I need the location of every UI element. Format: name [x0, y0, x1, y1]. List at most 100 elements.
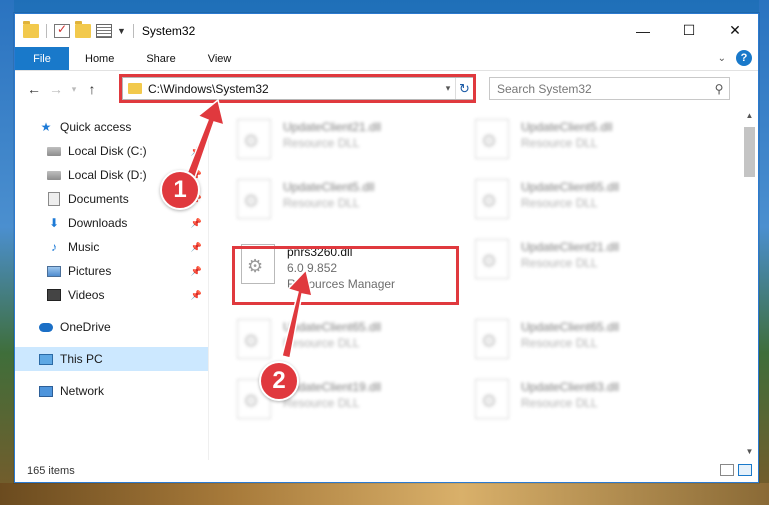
scroll-down-icon[interactable]: ▼: [741, 443, 758, 460]
file-name: UpdateClient21.dll: [283, 120, 382, 134]
main-content: ★ Quick access Local Disk (C:) 📌 Local D…: [15, 107, 758, 460]
sidebar-item-music[interactable]: ♪ Music 📌: [15, 235, 208, 259]
sidebar-item-onedrive[interactable]: OneDrive: [15, 315, 208, 339]
search-box[interactable]: Search System32 ⚲: [489, 77, 730, 100]
file-name: UpdateClient65.dll: [521, 180, 620, 194]
onedrive-icon: [39, 320, 53, 334]
new-folder-icon[interactable]: [75, 20, 91, 38]
list-item[interactable]: UpdateClient21.dll Resource DLL: [231, 115, 453, 171]
list-item[interactable]: UpdateClient63.dll Resource DLL: [469, 375, 691, 431]
window-title: System32: [141, 23, 196, 38]
view-toggle: [720, 464, 752, 476]
sidebar-item-label: OneDrive: [60, 320, 111, 334]
dll-file-icon: [475, 239, 509, 279]
address-bar-highlight-box: [119, 74, 476, 103]
sidebar-item-label: Pictures: [68, 264, 112, 278]
pin-icon[interactable]: 📌: [191, 146, 202, 157]
desktop-background-bottom: [0, 483, 769, 505]
details-view-icon[interactable]: [720, 464, 734, 476]
recent-locations-dropdown-icon[interactable]: ▾: [67, 78, 81, 100]
desktop-background-left: [0, 0, 14, 505]
file-highlight-box: [232, 246, 459, 305]
list-item[interactable]: UpdateClient65.dll Resource DLL: [469, 175, 691, 231]
sidebar-item-quick-access[interactable]: ★ Quick access: [15, 115, 208, 139]
scroll-up-icon[interactable]: ▲: [741, 107, 758, 124]
pin-icon[interactable]: 📌: [191, 266, 202, 277]
toolbar-separator: [46, 23, 47, 38]
close-button[interactable]: ✕: [712, 14, 758, 47]
expand-ribbon-chevron-icon[interactable]: ⌄: [718, 53, 726, 64]
list-item[interactable]: UpdateClient5.dll Resource DLL: [469, 115, 691, 171]
file-name: UpdateClient65.dll: [521, 320, 620, 334]
toolbar-separator: [132, 23, 134, 38]
file-name: UpdateClient63.dll: [521, 380, 620, 394]
forward-arrow-icon[interactable]: →: [45, 78, 67, 100]
dll-file-icon: [475, 319, 509, 359]
sidebar-item-label: Music: [68, 240, 100, 254]
desktop-background-right: [759, 0, 769, 505]
dll-file-icon: [475, 379, 509, 419]
tab-share[interactable]: Share: [130, 47, 191, 70]
sidebar-item-local-disk-c[interactable]: Local Disk (C:) 📌: [15, 139, 208, 163]
folder-icon[interactable]: [23, 20, 39, 38]
sidebar-item-videos[interactable]: Videos 📌: [15, 283, 208, 307]
quick-access-toolbar: ▼: [15, 20, 136, 38]
tab-home[interactable]: Home: [69, 47, 130, 70]
sidebar-item-label: Videos: [68, 288, 105, 302]
pin-icon[interactable]: 📌: [191, 290, 202, 301]
minimize-button[interactable]: —: [620, 14, 666, 47]
up-arrow-icon[interactable]: ↑: [81, 78, 103, 100]
properties-check-icon[interactable]: [54, 22, 70, 38]
disk-icon: [47, 168, 61, 182]
file-name: UpdateClient5.dll: [521, 120, 613, 134]
dll-file-icon: [237, 319, 271, 359]
file-name: UpdateClient5.dll: [283, 180, 375, 194]
explorer-window: ▼ System32 — ☐ ✕ File Home Share View ⌄ …: [14, 13, 759, 483]
properties-icon[interactable]: [96, 23, 112, 38]
navigation-bar: ← → ▾ ↑ C:\Windows\System32 ▾ ↻ Search S…: [15, 71, 758, 107]
sidebar-item-label: Local Disk (C:): [68, 144, 147, 158]
sidebar-item-label: Downloads: [68, 216, 128, 230]
sidebar-item-network[interactable]: Network: [15, 379, 208, 403]
tab-view[interactable]: View: [192, 47, 248, 70]
pictures-icon: [47, 264, 61, 278]
customize-toolbar-dropdown-icon[interactable]: ▼: [117, 26, 126, 36]
list-item[interactable]: UpdateClient21.dll Resource DLL: [469, 235, 691, 291]
tab-file[interactable]: File: [15, 47, 69, 70]
file-description: Resource DLL: [521, 396, 598, 410]
sidebar-item-label: Network: [60, 384, 105, 398]
pin-icon[interactable]: 📌: [191, 242, 202, 253]
file-description: Resource DLL: [521, 336, 598, 350]
pin-icon[interactable]: 📌: [191, 218, 202, 229]
back-arrow-icon[interactable]: ←: [23, 78, 45, 100]
sidebar-item-label: Local Disk (D:): [68, 168, 147, 182]
sidebar-item-downloads[interactable]: ⬇ Downloads 📌: [15, 211, 208, 235]
file-description: Resource DLL: [283, 396, 360, 410]
maximize-button[interactable]: ☐: [666, 14, 712, 47]
sidebar-item-label: This PC: [60, 352, 103, 366]
dll-file-icon: [237, 179, 271, 219]
music-icon: ♪: [51, 240, 57, 254]
scrollbar-thumb[interactable]: [744, 127, 755, 177]
sidebar-item-pictures[interactable]: Pictures 📌: [15, 259, 208, 283]
list-item[interactable]: UpdateClient65.dll Resource DLL: [469, 315, 691, 371]
sidebar-item-this-pc[interactable]: This PC: [15, 347, 208, 371]
list-item[interactable]: UpdateClient5.dll Resource DLL: [231, 175, 453, 231]
file-name: UpdateClient65.dll: [283, 320, 382, 334]
large-icons-view-icon[interactable]: [738, 464, 752, 476]
dll-file-icon: [237, 119, 271, 159]
dll-file-icon: [475, 179, 509, 219]
download-icon: ⬇: [48, 216, 60, 230]
window-controls: — ☐ ✕: [620, 14, 758, 47]
file-description: Resource DLL: [521, 196, 598, 210]
disk-icon: [47, 144, 61, 158]
file-description: Resource DLL: [521, 256, 598, 270]
list-item[interactable]: UpdateClient65.dll Resource DLL: [231, 315, 453, 371]
search-icon[interactable]: ⚲: [709, 82, 729, 96]
search-placeholder[interactable]: Search System32: [497, 82, 709, 96]
ribbon-right-controls: ⌄ ?: [718, 50, 752, 66]
help-icon[interactable]: ?: [736, 50, 752, 66]
vertical-scrollbar[interactable]: ▲ ▼: [741, 107, 758, 460]
file-description: Resource DLL: [283, 136, 360, 150]
step-2-badge: 2: [259, 361, 299, 401]
